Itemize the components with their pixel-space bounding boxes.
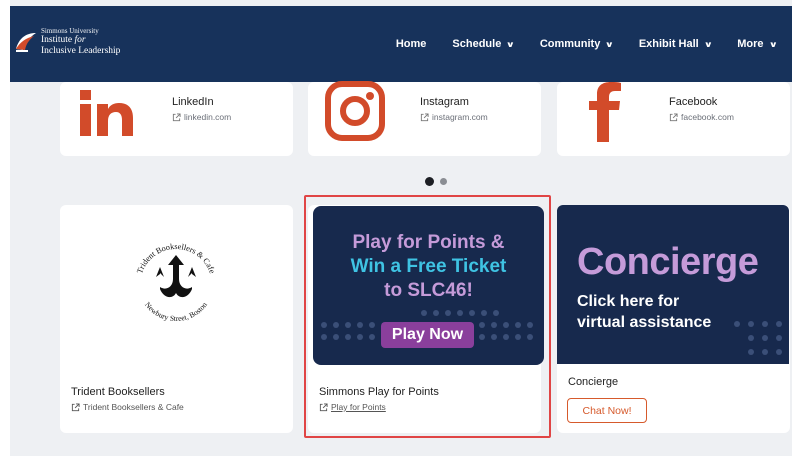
chevron-down-icon: ∨ (768, 39, 778, 49)
social-label: Instagram (420, 96, 469, 108)
social-card-facebook[interactable]: Facebook facebook.com (557, 82, 790, 156)
chevron-down-icon: ∨ (506, 39, 516, 49)
brand-university: Simmons University (41, 27, 99, 35)
exhibitor-link[interactable]: Trident Booksellers & Cafe (71, 402, 184, 412)
social-link[interactable]: linkedin.com (172, 112, 231, 122)
highlight-box (304, 195, 551, 438)
exhibitor-card-trident[interactable]: Trident Booksellers & Cafe Newbury Stree… (60, 205, 293, 433)
instagram-icon (325, 81, 385, 141)
concierge-banner-title: Concierge (577, 241, 759, 283)
social-link[interactable]: instagram.com (420, 112, 488, 122)
brand-logo[interactable]: Simmons University Institute for Inclusi… (14, 28, 120, 56)
chevron-down-icon: ∨ (703, 39, 713, 49)
external-link-icon (420, 112, 429, 121)
nav-exhibit-hall[interactable]: Exhibit Hall ∨ (639, 38, 713, 50)
simmons-logo-icon (16, 33, 36, 52)
external-link-icon (669, 112, 678, 121)
trident-booksellers-logo: Trident Booksellers & Cafe Newbury Stree… (135, 242, 217, 323)
facebook-icon (589, 82, 621, 142)
nav-home[interactable]: Home (396, 38, 427, 50)
social-card-instagram[interactable]: Instagram instagram.com (308, 81, 541, 156)
brand-institute: Institute for (41, 35, 86, 45)
svg-text:Newbury Street, Boston: Newbury Street, Boston (143, 300, 209, 323)
nav-more[interactable]: More ∨ (737, 38, 778, 50)
top-navigation-bar: Simmons University Institute for Inclusi… (10, 6, 792, 82)
chevron-down-icon: ∨ (605, 39, 615, 49)
exhibitor-title: Concierge (568, 376, 619, 388)
nav-menu: Home Schedule ∨ Community ∨ Exhibit Hall ∨ … (370, 6, 778, 82)
concierge-banner-subtitle: Click here for virtual assistance (577, 293, 712, 331)
external-link-icon (172, 112, 181, 121)
chat-now-button[interactable]: Chat Now! (567, 398, 647, 423)
social-label: Facebook (669, 96, 718, 108)
nav-schedule[interactable]: Schedule ∨ (452, 38, 516, 50)
concierge-banner[interactable]: Concierge Click here for virtual assistan… (557, 205, 789, 364)
carousel-dot-active[interactable] (425, 177, 434, 186)
social-card-linkedin[interactable]: LinkedIn linkedin.com (60, 82, 293, 156)
carousel-dots (425, 177, 447, 186)
social-label: LinkedIn (172, 96, 214, 108)
linkedin-icon (80, 90, 133, 136)
carousel-dot[interactable] (440, 178, 447, 185)
brand-inclusive-leadership: Inclusive Leadership (41, 45, 121, 56)
nav-community[interactable]: Community ∨ (540, 38, 615, 50)
exhibitor-title: Trident Booksellers (71, 386, 165, 398)
external-link-icon (71, 402, 80, 411)
social-link[interactable]: facebook.com (669, 112, 734, 122)
exhibitor-card-concierge[interactable]: Concierge Click here for virtual assistan… (557, 205, 790, 433)
